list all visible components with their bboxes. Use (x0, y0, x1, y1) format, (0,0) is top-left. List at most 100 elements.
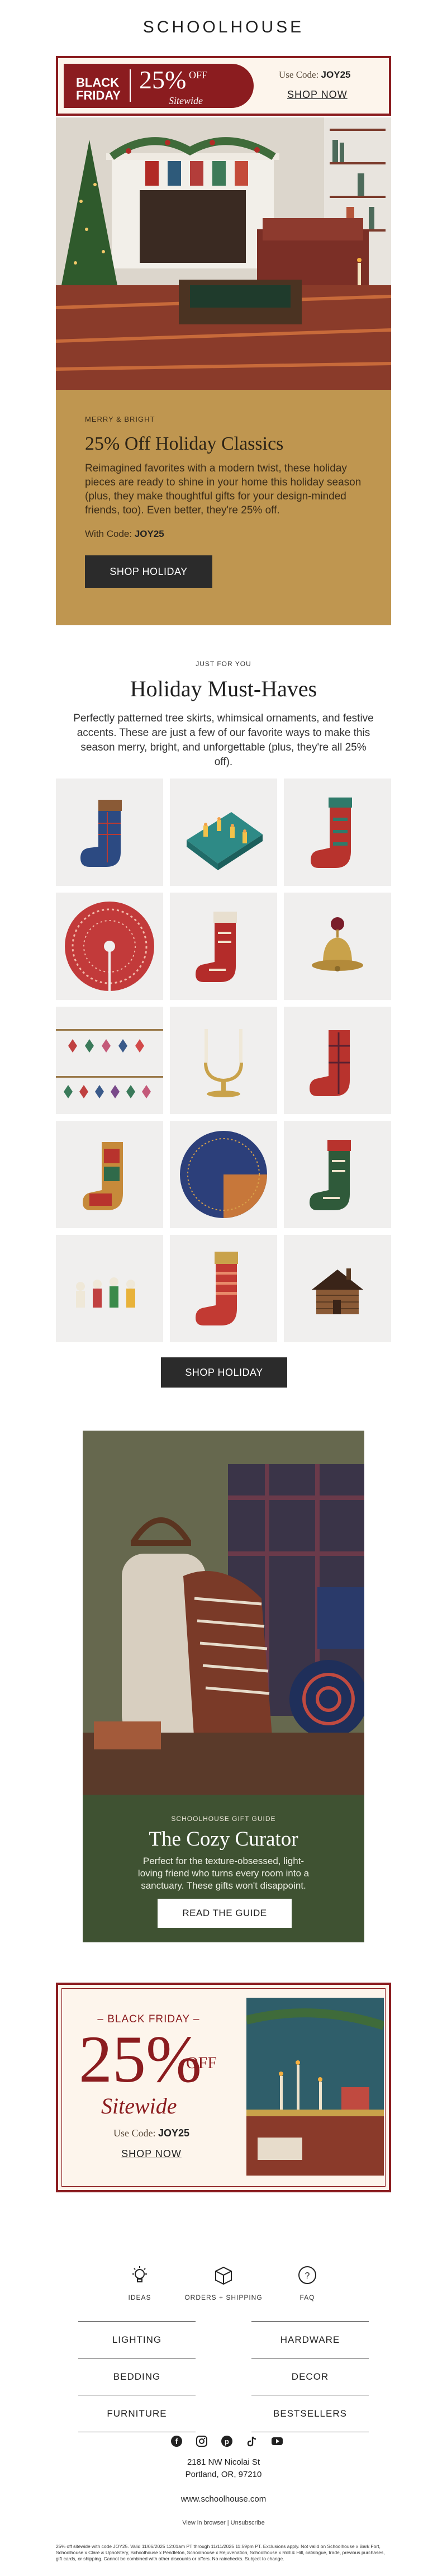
cabin-image (312, 1268, 363, 1314)
product-tile-red-tree-skirt[interactable] (56, 893, 163, 1000)
stocking-image (310, 1140, 351, 1210)
shop-holiday-button-2[interactable]: SHOP HOLIDAY (161, 1357, 287, 1388)
promo-photo (246, 1998, 384, 2176)
promo-sitewide: Sitewide (101, 2093, 177, 2119)
gift-guide-title: The Cozy Curator (149, 1828, 298, 1851)
gift-guide-eyebrow: SCHOOLHOUSE GIFT GUIDE (171, 1815, 276, 1823)
product-tile-wooden-figurines[interactable] (56, 1235, 163, 1342)
promo-off: OFF (186, 2054, 217, 2072)
footer-utility-links: View in browser | Unsubscribe (0, 2520, 447, 2526)
product-tile-red-pattern-stocking[interactable] (284, 779, 391, 886)
product-tile-brass-bell[interactable] (284, 893, 391, 1000)
promo-code-value: JOY25 (158, 2127, 190, 2139)
gift-guide-body: Perfect for the texture-obsessed, light-… (137, 1856, 310, 1891)
footer-faq-label: FAQ (299, 2294, 315, 2301)
stocking-image (80, 800, 122, 867)
promo-inner-frame: – BLACK FRIDAY – 25% OFF Sitewide Use Co… (61, 1988, 386, 2187)
promo-shop-now-link[interactable]: SHOP NOW (62, 2148, 241, 2160)
svg-text:?: ? (305, 2271, 310, 2281)
question-icon: ? (298, 2266, 316, 2284)
facebook-icon[interactable]: f (170, 2435, 185, 2450)
instagram-icon[interactable] (196, 2435, 210, 2450)
view-in-browser-link[interactable]: View in browser (182, 2520, 225, 2526)
banner-sitewide: Sitewide (169, 95, 203, 106)
website-link[interactable]: www.schoolhouse.com (0, 2494, 447, 2504)
footer-link-hardware[interactable]: HARDWARE (251, 2321, 369, 2358)
hero-body: Reimagined favorites with a modern twist… (85, 463, 362, 516)
must-haves-body: Perfectly patterned tree skirts, whimsic… (73, 713, 374, 768)
hero-code-label: With Code: (85, 529, 132, 539)
stocking-image (311, 798, 352, 868)
stocking-image (196, 912, 237, 982)
promo-code-label: Use Code: (113, 2127, 156, 2139)
hero-title: 25% Off Holiday Classics (85, 433, 284, 454)
address-line1: 2181 NW Nicolai St (187, 2457, 260, 2467)
hero-card: MERRY & BRIGHT 25% Off Holiday Classics … (56, 390, 391, 625)
black-friday-banner[interactable]: BLACK FRIDAY 25% OFF Sitewide Use Code: … (56, 56, 391, 116)
pinterest-icon[interactable]: p (221, 2435, 235, 2450)
banner-black-friday-text: BLACK FRIDAY (76, 76, 121, 102)
product-tile-brass-candle-holder[interactable] (170, 1007, 277, 1114)
banner-shop-now-link[interactable]: SHOP NOW (287, 89, 348, 101)
advent-box-image (187, 812, 263, 870)
cozy-curator-image[interactable] (83, 1431, 364, 1795)
unsubscribe-link[interactable]: Unsubscribe (231, 2520, 265, 2526)
bell-image (312, 917, 363, 971)
product-tile-red-striped-stocking[interactable] (170, 1235, 277, 1342)
figurines-image (76, 1277, 135, 1308)
product-tile-blue-plaid-stocking[interactable] (56, 779, 163, 886)
product-tile-red-nordic-stocking[interactable] (170, 893, 277, 1000)
banner-percent: 25% (139, 65, 187, 94)
svg-text:f: f (175, 2437, 178, 2446)
footer-link-bestsellers[interactable]: BESTSELLERS (251, 2395, 369, 2432)
banner-code-value: JOY25 (321, 69, 351, 80)
promo-percent: 25% (79, 2022, 202, 2096)
read-the-guide-button[interactable]: READ THE GUIDE (158, 1899, 292, 1928)
tiktok-icon[interactable] (246, 2435, 260, 2450)
product-tile-green-nordic-stocking[interactable] (284, 1121, 391, 1228)
stocking-image (196, 1252, 238, 1325)
lightbulb-icon (132, 2266, 147, 2282)
product-tile-blue-tree-skirt[interactable] (170, 1121, 277, 1228)
shop-holiday-button[interactable]: SHOP HOLIDAY (85, 555, 212, 588)
product-tile-wooden-cabin-ornament[interactable] (284, 1235, 391, 1342)
banner-red-block: BLACK FRIDAY 25% OFF Sitewide (64, 64, 254, 108)
product-tile-patchwork-stocking[interactable] (56, 1121, 163, 1228)
hero-image[interactable] (56, 117, 391, 390)
product-tile-advent-candle-box[interactable] (170, 779, 277, 886)
footer-faq[interactable]: ? FAQ (257, 2265, 358, 2301)
footer-link-lighting[interactable]: LIGHTING (78, 2321, 196, 2358)
hero-code: With Code: JOY25 (85, 529, 164, 540)
stocking-image (83, 1142, 123, 1210)
tree-skirt-image (180, 1131, 267, 1218)
cozy-scene-illustration (83, 1431, 364, 1795)
banner-code-label: Use Code: (279, 69, 319, 80)
promo-code: Use Code: JOY25 (62, 2127, 241, 2139)
banner-off: OFF (189, 69, 208, 81)
tree-skirt-image (65, 902, 154, 991)
bottom-black-friday-promo[interactable]: – BLACK FRIDAY – 25% OFF Sitewide Use Co… (56, 1983, 391, 2192)
hero-living-room-illustration (56, 117, 391, 390)
legal-disclaimer: 25% off sitewide with code JOY25. Valid … (56, 2544, 385, 2561)
product-tile-glass-ornaments[interactable] (56, 1007, 163, 1114)
promo-scene-illustration (246, 1998, 384, 2176)
hero-code-value: JOY25 (134, 529, 164, 539)
address-line2: Portland, OR, 97210 (185, 2470, 262, 2479)
banner-code: Use Code: JOY25 (279, 69, 350, 81)
svg-text:p: p (225, 2437, 229, 2446)
youtube-icon[interactable] (271, 2435, 286, 2450)
box-icon (215, 2266, 232, 2285)
must-haves-title: Holiday Must-Haves (130, 676, 317, 701)
banner-divider (130, 69, 131, 102)
footer-link-bedding[interactable]: BEDDING (78, 2358, 196, 2395)
brand-logo[interactable]: SCHOOLHOUSE (0, 18, 447, 37)
must-haves-eyebrow: JUST FOR YOU (196, 660, 251, 668)
cozy-curator-card: SCHOOLHOUSE GIFT GUIDE The Cozy Curator … (83, 1795, 364, 1942)
footer-link-furniture[interactable]: FURNITURE (78, 2395, 196, 2432)
hero-eyebrow: MERRY & BRIGHT (85, 415, 155, 423)
ornaments-image (56, 1029, 163, 1098)
stocking-image (310, 1030, 350, 1096)
product-tile-plaid-stocking[interactable] (284, 1007, 391, 1114)
candle-holder-image (204, 1029, 243, 1097)
footer-link-decor[interactable]: DECOR (251, 2358, 369, 2395)
